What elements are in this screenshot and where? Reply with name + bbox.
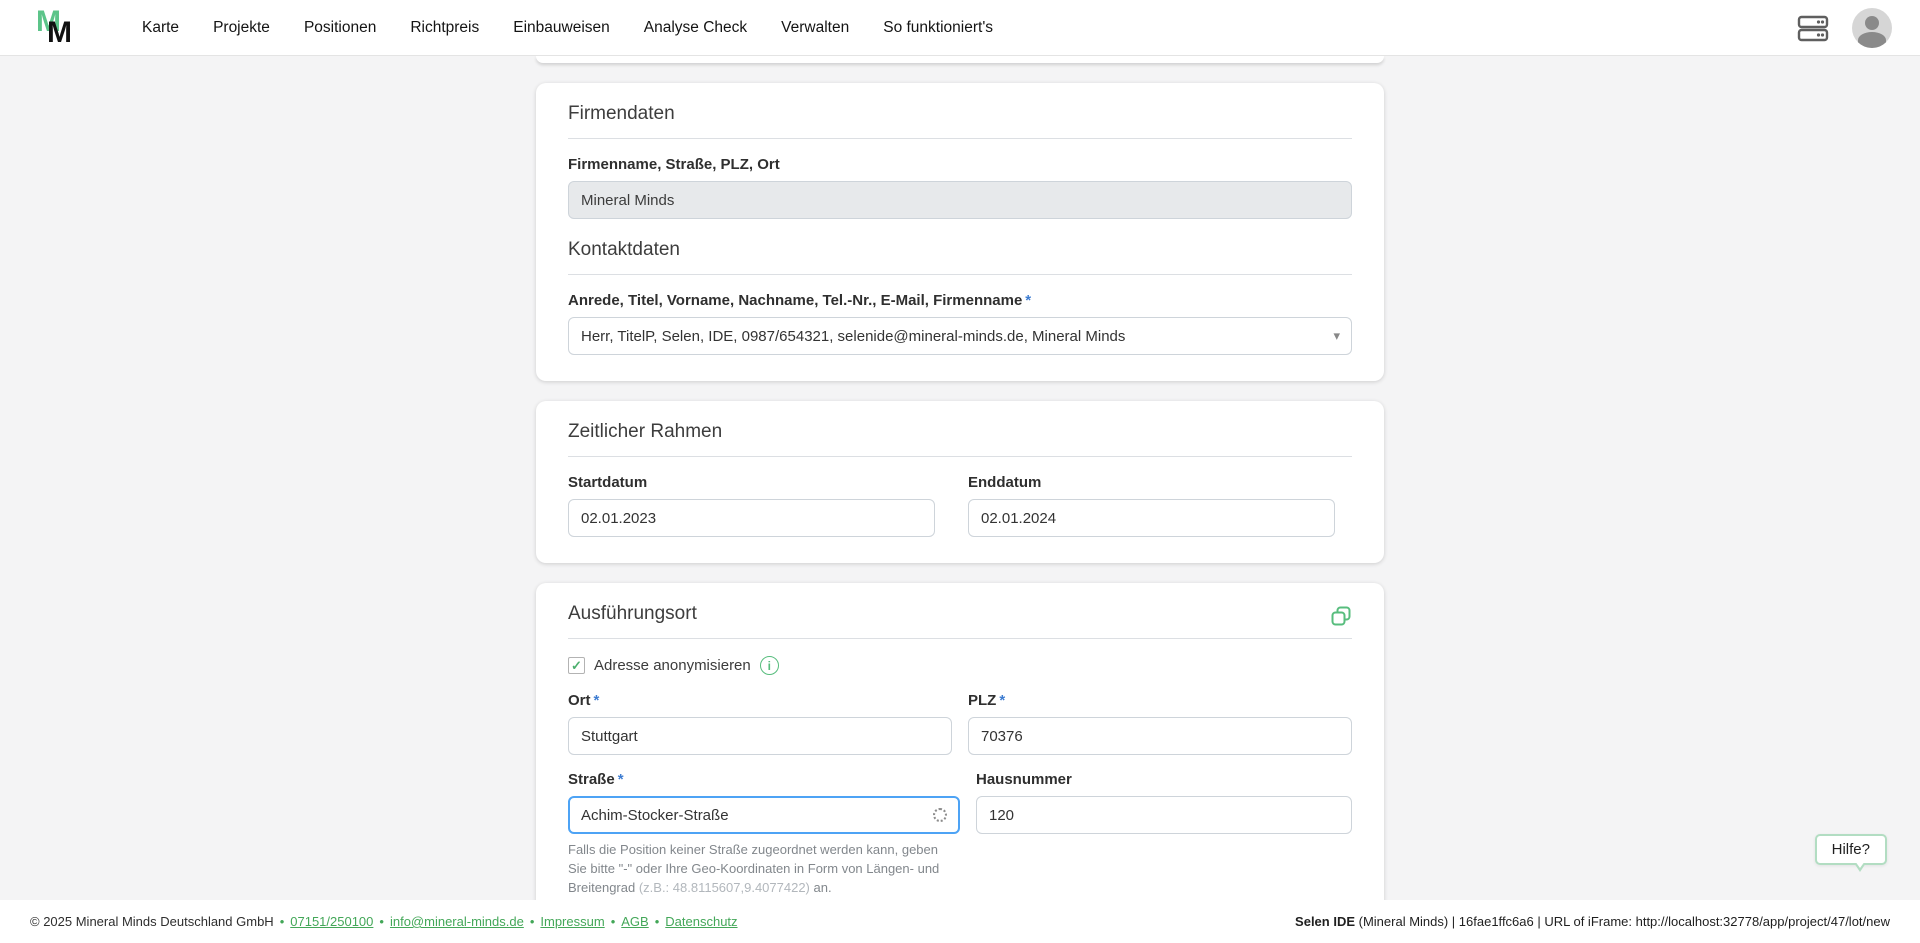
enddatum-input[interactable] xyxy=(968,499,1335,537)
bullet-separator: • xyxy=(379,914,384,929)
bullet-separator: • xyxy=(610,914,616,929)
ide-name: Selen IDE xyxy=(1295,914,1356,929)
divider xyxy=(568,638,1352,639)
required-asterisk: * xyxy=(1025,292,1032,309)
previous-card-partial xyxy=(536,56,1384,63)
bullet-separator: • xyxy=(654,914,660,929)
ausfuehrungsort-title: Ausführungsort xyxy=(568,603,697,624)
contact-select[interactable]: Herr, TitelP, Selen, IDE, 0987/654321, s… xyxy=(568,317,1352,355)
zeitlicher-rahmen-card: Zeitlicher Rahmen Startdatum Enddatum xyxy=(536,401,1384,563)
logo-letter-black: M xyxy=(47,15,72,49)
required-asterisk: * xyxy=(999,692,1006,709)
info-icon[interactable]: i xyxy=(759,656,779,675)
zeitraum-title: Zeitlicher Rahmen xyxy=(568,421,723,442)
footer-link-phone[interactable]: 07151/250100 xyxy=(290,914,373,929)
footer-link-agb[interactable]: AGB xyxy=(621,914,648,929)
ausfuehrungsort-card: Ausführungsort ✓ Adresse anonymisieren i… xyxy=(536,583,1384,924)
nav-item-richtpreis[interactable]: Richtpreis xyxy=(410,19,479,37)
bullet-separator: • xyxy=(529,914,535,929)
contact-select-value: Herr, TitelP, Selen, IDE, 0987/654321, s… xyxy=(581,327,1126,345)
nav-item-so-funktionierts[interactable]: So funktioniert's xyxy=(883,19,993,37)
avatar-person-icon xyxy=(1865,15,1879,30)
checkmark-icon: ✓ xyxy=(571,657,582,673)
help-button[interactable]: Hilfe? xyxy=(1814,834,1887,872)
kontaktdaten-title: Kontaktdaten xyxy=(568,239,680,260)
ort-label: Ort * xyxy=(568,692,600,709)
plz-label: PLZ * xyxy=(968,692,1006,709)
required-asterisk: * xyxy=(593,692,600,709)
plz-input[interactable] xyxy=(968,717,1352,755)
ort-input[interactable] xyxy=(568,717,952,755)
footer-link-impressum[interactable]: Impressum xyxy=(540,914,604,929)
copy-icon[interactable] xyxy=(1330,605,1352,632)
company-field-label: Firmenname, Straße, PLZ, Ort xyxy=(568,156,780,173)
firmendaten-title: Firmendaten xyxy=(568,103,675,124)
anonymize-label: Adresse anonymisieren xyxy=(594,657,751,674)
anonymize-checkbox[interactable]: ✓ xyxy=(568,657,585,674)
chevron-down-icon: ▾ xyxy=(1333,328,1340,343)
strasse-label: Straße * xyxy=(568,771,624,788)
copyright-text: © 2025 Mineral Minds Deutschland GmbH xyxy=(30,914,274,929)
nav-item-positionen[interactable]: Positionen xyxy=(304,19,376,37)
ide-status-text: Selen IDE (Mineral Minds) | 16fae1ffc6a6… xyxy=(1295,914,1890,929)
divider xyxy=(568,456,1352,457)
nav-item-einbauweisen[interactable]: Einbauweisen xyxy=(513,19,610,37)
nav-item-verwalten[interactable]: Verwalten xyxy=(781,19,849,37)
main-nav: Karte Projekte Positionen Richtpreis Ein… xyxy=(142,19,993,37)
hausnummer-input[interactable] xyxy=(976,796,1352,834)
top-navbar: M M Karte Projekte Positionen Richtpreis… xyxy=(0,0,1920,56)
server-stack-icon[interactable] xyxy=(1796,13,1830,43)
footer-link-email[interactable]: info@mineral-minds.de xyxy=(390,914,524,929)
nav-item-analyse-check[interactable]: Analyse Check xyxy=(644,19,747,37)
firmendaten-card: Firmendaten Firmenname, Straße, PLZ, Ort… xyxy=(536,83,1384,381)
company-input xyxy=(568,181,1352,219)
divider xyxy=(568,274,1352,275)
bullet-separator: • xyxy=(279,914,285,929)
strasse-helper-text: Falls die Position keiner Straße zugeord… xyxy=(568,842,940,895)
required-asterisk: * xyxy=(617,771,624,788)
strasse-input[interactable] xyxy=(568,796,960,834)
loading-spinner-icon xyxy=(933,808,947,822)
hausnummer-label: Hausnummer xyxy=(976,771,1072,788)
startdatum-input[interactable] xyxy=(568,499,935,537)
user-avatar[interactable] xyxy=(1852,7,1892,48)
contact-field-label: Anrede, Titel, Vorname, Nachname, Tel.-N… xyxy=(568,292,1032,309)
divider xyxy=(568,138,1352,139)
footer-link-datenschutz[interactable]: Datenschutz xyxy=(665,914,737,929)
brand-logo[interactable]: M M xyxy=(34,5,90,51)
nav-item-projekte[interactable]: Projekte xyxy=(213,19,270,37)
enddatum-label: Enddatum xyxy=(968,474,1042,491)
avatar-person-icon xyxy=(1858,31,1886,48)
startdatum-label: Startdatum xyxy=(568,474,648,491)
project-form: Firmendaten Firmenname, Straße, PLZ, Ort… xyxy=(536,0,1384,943)
nav-item-karte[interactable]: Karte xyxy=(142,19,179,37)
page-footer: © 2025 Mineral Minds Deutschland GmbH • … xyxy=(0,900,1920,943)
